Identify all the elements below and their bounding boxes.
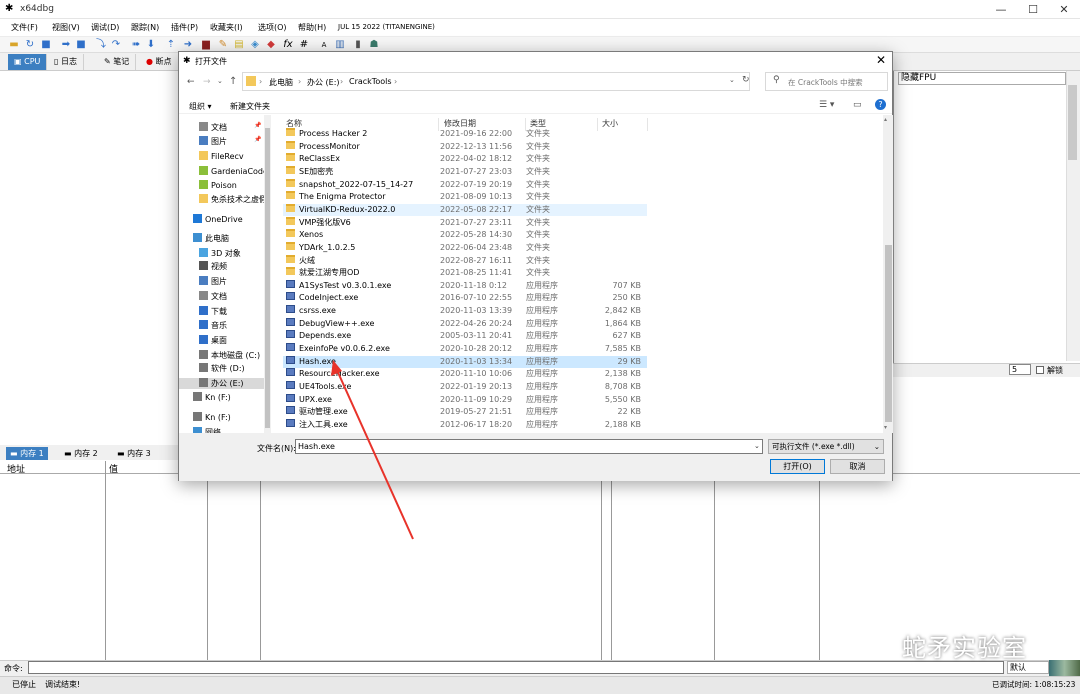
annotation-arrow [331, 360, 414, 540]
